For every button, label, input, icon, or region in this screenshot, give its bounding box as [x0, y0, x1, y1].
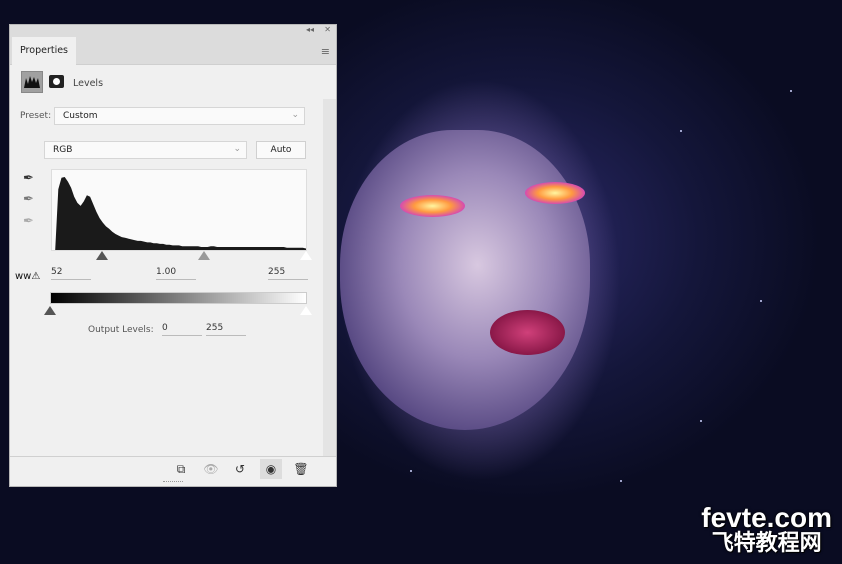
scrollbar[interactable]: [323, 99, 336, 456]
close-icon[interactable]: ✕: [324, 25, 331, 34]
chevron-down-icon: ⌄: [233, 144, 241, 154]
histogram-shape: [52, 177, 306, 250]
mask-icon[interactable]: [49, 75, 64, 88]
chevron-down-icon: ⌄: [291, 110, 299, 120]
visibility-eye-icon[interactable]: ◉: [260, 459, 282, 479]
resize-grip[interactable]: [163, 481, 183, 485]
clip-to-layer-icon[interactable]: ⧉: [170, 459, 192, 479]
lips: [490, 310, 565, 355]
input-black-field[interactable]: 52: [51, 267, 91, 280]
channel-dropdown[interactable]: RGB ⌄: [44, 141, 247, 159]
gray-eyedropper-icon[interactable]: ✒: [23, 192, 34, 207]
watermark: fevte.com 飞特教程网: [701, 502, 832, 556]
output-black-field[interactable]: 0: [162, 323, 202, 336]
glowing-eye-right: [525, 182, 585, 204]
output-levels-label: Output Levels:: [88, 325, 154, 335]
input-white-slider[interactable]: [300, 251, 312, 260]
preset-dropdown[interactable]: Custom ⌄: [54, 107, 305, 125]
panel-menu-icon[interactable]: ≡: [321, 45, 330, 58]
histogram: [51, 169, 307, 251]
output-gradient: [50, 292, 307, 304]
input-white-field[interactable]: 255: [268, 267, 308, 280]
view-previous-state-icon[interactable]: 👁: [200, 459, 222, 479]
white-eyedropper-icon[interactable]: ✒: [23, 214, 34, 229]
face-image: [340, 130, 590, 430]
adjustment-title: Levels: [73, 78, 104, 89]
properties-panel: ◂◂ ✕ Properties ≡ Levels Preset: Custom ⌄ …: [9, 24, 337, 487]
input-black-slider[interactable]: [96, 251, 108, 260]
input-gamma-field[interactable]: 1.00: [156, 267, 196, 280]
glowing-eye-left: [400, 195, 465, 217]
tab-properties[interactable]: Properties: [12, 37, 76, 65]
delete-trash-icon[interactable]: 🗑: [290, 459, 312, 479]
auto-button[interactable]: Auto: [256, 141, 306, 159]
output-white-slider[interactable]: [300, 306, 312, 315]
collapse-icon[interactable]: ◂◂: [306, 25, 314, 34]
levels-histogram-icon[interactable]: [21, 71, 43, 93]
output-black-slider[interactable]: [44, 306, 56, 315]
black-eyedropper-icon[interactable]: ✒: [23, 171, 34, 186]
clipping-warning-icon[interactable]: ww⚠: [15, 271, 40, 282]
preset-label: Preset:: [20, 111, 52, 121]
output-white-field[interactable]: 255: [206, 323, 246, 336]
reset-icon[interactable]: ↺: [229, 459, 251, 479]
input-gamma-slider[interactable]: [198, 251, 210, 260]
